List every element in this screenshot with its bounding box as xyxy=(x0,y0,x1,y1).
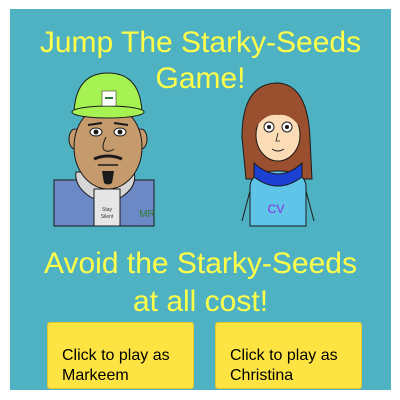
christina-right-arm xyxy=(305,190,315,222)
game-subtitle-line-1: Avoid the Starky-Seeds xyxy=(44,247,357,280)
markeem-shirt-text-1: Stay xyxy=(102,207,113,213)
play-as-christina-line-2: Christina xyxy=(230,366,294,384)
christina-right-pupil xyxy=(285,125,289,129)
markeem-character: Stay Silent MR xyxy=(53,72,155,227)
christina-left-pupil xyxy=(267,125,271,129)
christina-character: CV xyxy=(241,82,315,227)
play-as-markeem-line-2: Markeem xyxy=(62,366,129,384)
markeem-right-pupil xyxy=(117,129,123,135)
christina-left-arm xyxy=(241,190,251,222)
game-subtitle: Avoid the Starky-Seeds at all cost! xyxy=(10,245,391,321)
markeem-shirt-text-2: Silent xyxy=(101,214,114,220)
play-as-christina-line-1: Click to play as xyxy=(230,346,338,364)
play-as-markeem-line-1: Click to play as xyxy=(62,346,170,364)
markeem-hat-logo-mark xyxy=(105,97,113,99)
play-as-christina-button[interactable]: Click to play as Christina xyxy=(215,322,362,389)
christina-initials: CV xyxy=(268,202,285,216)
play-as-markeem-button[interactable]: Click to play as Markeem xyxy=(47,322,194,389)
markeem-hat-brim xyxy=(71,105,145,119)
game-stage: Jump The Starky-Seeds Game! Stay Silent … xyxy=(0,0,400,400)
game-subtitle-line-2: at all cost! xyxy=(132,285,269,318)
markeem-left-pupil xyxy=(93,129,99,135)
markeem-initials: MR xyxy=(139,209,155,220)
game-canvas: Jump The Starky-Seeds Game! Stay Silent … xyxy=(10,9,391,390)
